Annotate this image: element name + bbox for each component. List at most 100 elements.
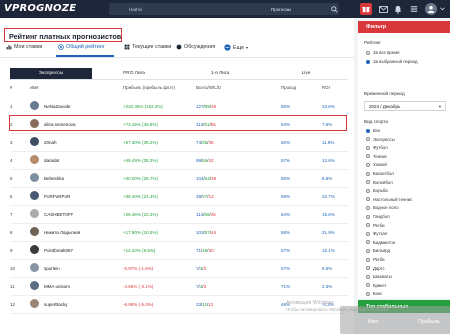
search-box[interactable]: Найти Прогнозы	[109, 3, 339, 15]
radio-icon[interactable]	[366, 188, 370, 193]
forecaster-name-link[interactable]: Bebeshka	[44, 176, 64, 181]
sport-option[interactable]: Бокс	[366, 291, 382, 296]
bell-icon[interactable]	[392, 3, 404, 15]
sport-option[interactable]: Крикет	[366, 283, 386, 288]
sport-option[interactable]: Настольный теннис	[366, 197, 412, 202]
tab-current-bets[interactable]: Текущие ставки	[124, 44, 171, 50]
radio-icon[interactable]	[366, 205, 370, 210]
sport-option[interactable]: Все	[366, 128, 380, 133]
avatar[interactable]	[30, 209, 39, 218]
tab-overall-rating[interactable]: Общий рейтинг	[58, 44, 105, 50]
table-row[interactable]: 11 MMA unisom -4.66% (-3.1%) 7/4/3 71% 2.3%	[10, 278, 348, 296]
avatar[interactable]	[30, 245, 39, 254]
radio-icon[interactable]	[366, 50, 370, 55]
mail-icon[interactable]	[377, 3, 389, 15]
radio-icon[interactable]	[366, 223, 370, 228]
col-profit[interactable]: Прибыль (прибыль флэт)	[123, 85, 175, 90]
radio-icon[interactable]	[366, 128, 370, 133]
radio-icon[interactable]	[366, 59, 370, 64]
avatar[interactable]	[30, 281, 39, 290]
chevron-down-icon[interactable]	[438, 3, 446, 15]
table-row[interactable]: 4 daradat +49.49% (35.3%) 99/56/42 57% 12.6%	[10, 152, 348, 170]
radio-icon[interactable]	[366, 214, 370, 219]
sport-option[interactable]: Бадминтон	[366, 240, 395, 245]
forecaster-name-link[interactable]: sporlein	[44, 266, 60, 271]
gift-icon[interactable]	[360, 3, 372, 15]
avatar[interactable]	[30, 173, 39, 182]
forecaster-name-link[interactable]: NeNaZavode	[44, 104, 71, 109]
list-icon[interactable]	[408, 3, 420, 15]
radio-icon[interactable]	[366, 145, 370, 150]
tab-more[interactable]: Еще ▾	[224, 44, 248, 51]
col-name[interactable]: Имя	[30, 85, 39, 90]
forecaster-name-link[interactable]: MMA unisom	[44, 284, 70, 289]
table-row[interactable]: 6 PoRPoRPoR +36.40% (24.3%) 39/27/12 69% 22.7…	[10, 188, 348, 206]
subtab-pro-league[interactable]: PRO Лига	[92, 68, 176, 79]
table-row[interactable]: 5 Bebeshka +40.00% (26.7%) 104/54/49 55% 8.6%	[10, 170, 348, 188]
avatar[interactable]	[30, 299, 39, 308]
col-roi[interactable]: ROI	[322, 85, 330, 90]
sport-option[interactable]: Шахматы	[366, 274, 392, 279]
forecaster-name-link[interactable]: superBacky	[44, 302, 68, 307]
radio-icon[interactable]	[366, 257, 370, 262]
sport-option[interactable]: Теннис	[366, 154, 387, 159]
radio-icon[interactable]	[366, 283, 370, 288]
sport-option[interactable]: Волейбол	[366, 180, 393, 185]
rating-option-all-time[interactable]: За все время	[366, 50, 400, 55]
user-avatar-icon[interactable]	[425, 3, 437, 15]
sport-option[interactable]: Водное поло	[366, 205, 399, 210]
radio-icon[interactable]	[366, 248, 370, 253]
radio-icon[interactable]	[366, 154, 370, 159]
radio-icon[interactable]	[366, 162, 370, 167]
radio-icon[interactable]	[366, 137, 370, 142]
avatar[interactable]	[30, 263, 39, 272]
radio-icon[interactable]	[366, 171, 370, 176]
forecaster-name-link[interactable]: PoRPoRPoR	[44, 194, 70, 199]
radio-icon[interactable]	[366, 197, 370, 202]
subtab-first-league[interactable]: 1-я Лига	[176, 68, 264, 79]
subtab-live[interactable]: Live	[264, 68, 348, 79]
radio-icon[interactable]	[366, 291, 370, 296]
subtab-express[interactable]: Экспресcы	[10, 68, 92, 79]
col-pass[interactable]: Проход	[281, 85, 296, 90]
sport-option[interactable]: Баскетбол	[366, 171, 394, 176]
sport-option[interactable]: Футбол	[366, 145, 388, 150]
table-row[interactable]: 10 sporlein -0.97% (-1.6%) 7/4/3 57% 6.5%	[10, 260, 348, 278]
forecaster-name-link[interactable]: CASHBET0FF	[44, 212, 73, 217]
table-row[interactable]: 1 NeNaZavode +232.35% (152.2%) 127/99/49 55%…	[10, 98, 348, 116]
avatar[interactable]	[30, 227, 39, 236]
radio-icon[interactable]	[366, 180, 370, 185]
search-input[interactable]: Найти	[129, 7, 142, 12]
sport-option[interactable]: Регби	[366, 223, 385, 228]
avatar[interactable]	[30, 101, 39, 110]
site-logo[interactable]: VPROGNOZE	[4, 3, 76, 14]
search-icon[interactable]	[329, 3, 339, 15]
sport-option[interactable]: Дартс	[366, 266, 385, 271]
sport-option[interactable]: Экспрессы	[366, 137, 395, 142]
table-row[interactable]: 9 Pointbreak087 +14.33% (9.5%) 71/40/30 57% 1…	[10, 242, 348, 260]
avatar[interactable]	[30, 137, 39, 146]
sport-option[interactable]: Бильярд	[366, 248, 390, 253]
sport-option[interactable]: Борьба	[366, 188, 388, 193]
table-row[interactable]: 3 20nah +57.30% (35.2%) 74/38/36 60% 11.8%	[10, 134, 348, 152]
forecaster-name-link[interactable]: Pointbreak087	[44, 248, 73, 253]
radio-icon[interactable]	[366, 231, 370, 236]
col-record[interactable]: Всего/W/L/D	[196, 85, 221, 90]
radio-icon[interactable]	[366, 240, 370, 245]
rating-option-period[interactable]: За выбранный период	[366, 59, 418, 64]
avatar[interactable]	[30, 191, 39, 200]
forecaster-name-link[interactable]: Никита Ладыгаев	[44, 230, 80, 235]
radio-icon[interactable]	[366, 274, 370, 279]
sport-option[interactable]: Гандбол	[366, 214, 390, 219]
period-select[interactable]: 2023 / Декабрь ▾	[364, 101, 446, 111]
forecaster-name-link[interactable]: daradat	[44, 158, 59, 163]
sport-option[interactable]: Регби	[366, 257, 385, 262]
table-row[interactable]: 8 Никита Ладыгаев +17.80% (10.5%) 103/57/44…	[10, 224, 348, 242]
tab-my-bets[interactable]: Мои ставки	[6, 44, 42, 50]
avatar[interactable]	[30, 155, 39, 164]
tab-discussions[interactable]: Обсуждения	[176, 44, 215, 50]
sport-option[interactable]: Футзал	[366, 231, 387, 236]
table-row[interactable]: 7 CASHBET0FF +26.46% (15.3%) 114/69/45 54% 15…	[10, 206, 348, 224]
radio-icon[interactable]	[366, 266, 370, 271]
sport-option[interactable]: Хоккей	[366, 162, 387, 167]
